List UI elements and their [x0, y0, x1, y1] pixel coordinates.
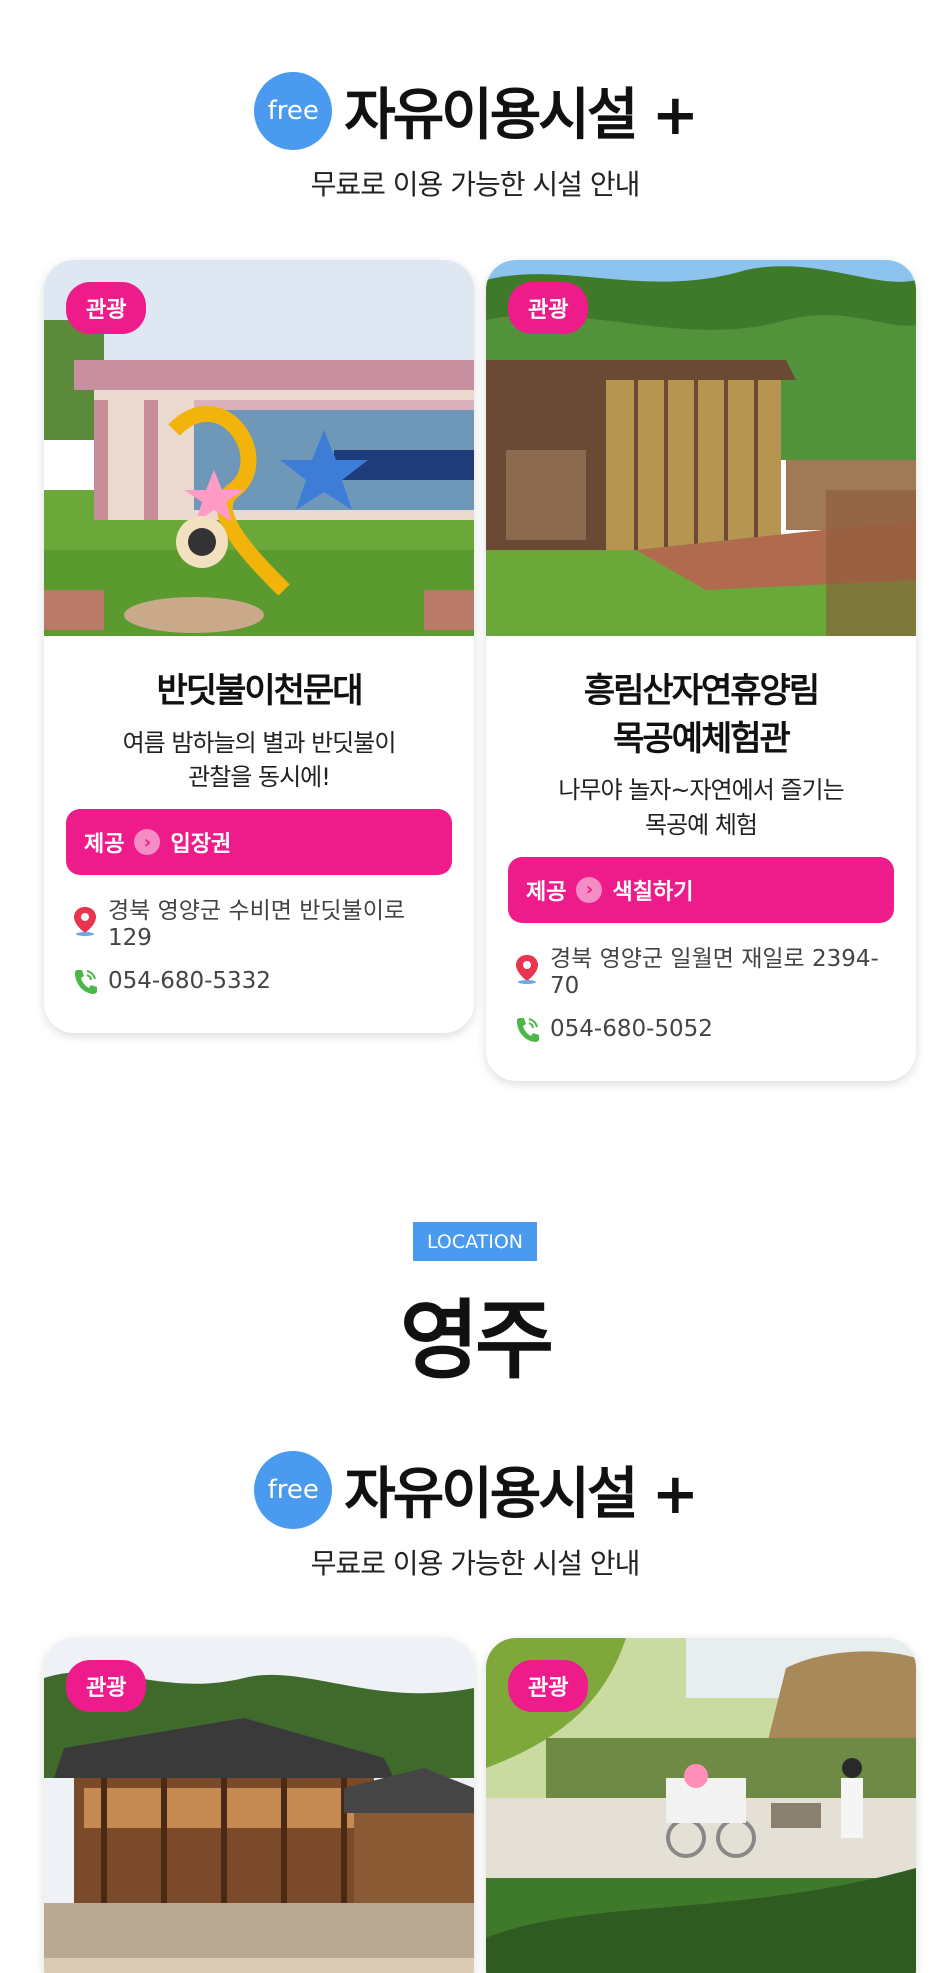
facility-photo: 관광 [44, 1638, 474, 1973]
free-badge: free [254, 71, 333, 150]
facility-photo: 관광 [486, 1638, 916, 1973]
section-title-row: free 자유이용시설 + [0, 1449, 950, 1530]
address-text: 경북 영양군 수비면 반딧불이로 129 [108, 898, 406, 952]
section-subtitle: 무료로 이용 가능한 시설 안내 [310, 1547, 641, 1580]
category-tag: 관광 [508, 1660, 589, 1712]
facility-description: 나무야 놀자~자연에서 즐기는 목공예 체험 [558, 776, 844, 839]
provide-label: 제공 [526, 879, 567, 905]
phone-row: 054-680-5332 [66, 967, 452, 995]
free-badge: free [254, 1450, 333, 1529]
card-body: 흥림산자연휴양림 목공예체험관 나무야 놀자~자연에서 즐기는 목공예 체험 제… [486, 636, 916, 1081]
chevron-right-icon: › [134, 829, 161, 856]
address-text: 경북 영양군 일월면 재일로 2394-70 [550, 945, 879, 999]
address-row: 경북 영양군 수비면 반딧불이로 129 [66, 891, 452, 951]
facility-card-observatory[interactable]: 관광 반딧불이천문대 여름 밤하늘의 별과 반딧불이 관찰을 동시에! 제공 ›… [44, 260, 474, 1034]
section-title-row: free 자유이용시설 + [0, 70, 950, 151]
section-title: 자유이용시설 + [344, 83, 699, 148]
provide-button[interactable]: 제공 › 색칠하기 [508, 856, 894, 923]
phone-text[interactable]: 054-680-5332 [108, 968, 271, 994]
provide-label: 제공 [84, 832, 125, 858]
phone-icon [75, 970, 97, 995]
facility-card-village[interactable]: 관광 [486, 1638, 916, 1973]
facility-description: 여름 밤하늘의 별과 반딧불이 관찰을 동시에! [122, 728, 397, 792]
section-header-1: free 자유이용시설 + 무료로 이용 가능한 시설 안내 [0, 70, 950, 203]
location-label: LOCATION [413, 1222, 537, 1261]
address-row: 경북 영양군 일월면 재일로 2394-70 [508, 939, 894, 999]
facility-photo: 관광 [44, 260, 474, 636]
phone-row: 054-680-5052 [508, 1015, 894, 1043]
section-title: 자유이용시설 + [344, 1462, 699, 1527]
facility-card-woodcraft[interactable]: 관광 흥림산자연휴양림 목공예체험관 나무야 놀자~자연에서 즐기는 목공예 체… [486, 260, 916, 1081]
section-subtitle: 무료로 이용 가능한 시설 안내 [310, 168, 641, 201]
category-tag: 관광 [66, 1660, 147, 1712]
facility-name: 반딧불이천문대 [156, 671, 364, 711]
location-pin-icon [516, 954, 538, 984]
location-pin-icon [74, 907, 96, 937]
chevron-right-icon: › [576, 876, 603, 903]
facility-name: 흥림산자연휴양림 목공예체험관 [583, 671, 820, 759]
category-tag: 관광 [66, 282, 147, 334]
city-title: 영주 [399, 1291, 554, 1391]
section-header-2: free 자유이용시설 + 무료로 이용 가능한 시설 안내 [0, 1449, 950, 1582]
phone-icon [517, 1017, 539, 1042]
phone-text[interactable]: 054-680-5052 [550, 1016, 713, 1042]
facility-card-hanok[interactable]: 관광 [44, 1638, 474, 1973]
facility-photo: 관광 [486, 260, 916, 636]
category-tag: 관광 [508, 282, 589, 334]
card-body: 반딧불이천문대 여름 밤하늘의 별과 반딧불이 관찰을 동시에! 제공 › 입장… [44, 636, 474, 1033]
provide-value: 색칠하기 [612, 879, 694, 905]
provide-button[interactable]: 제공 › 입장권 [66, 809, 452, 876]
provide-value: 입장권 [170, 832, 232, 858]
